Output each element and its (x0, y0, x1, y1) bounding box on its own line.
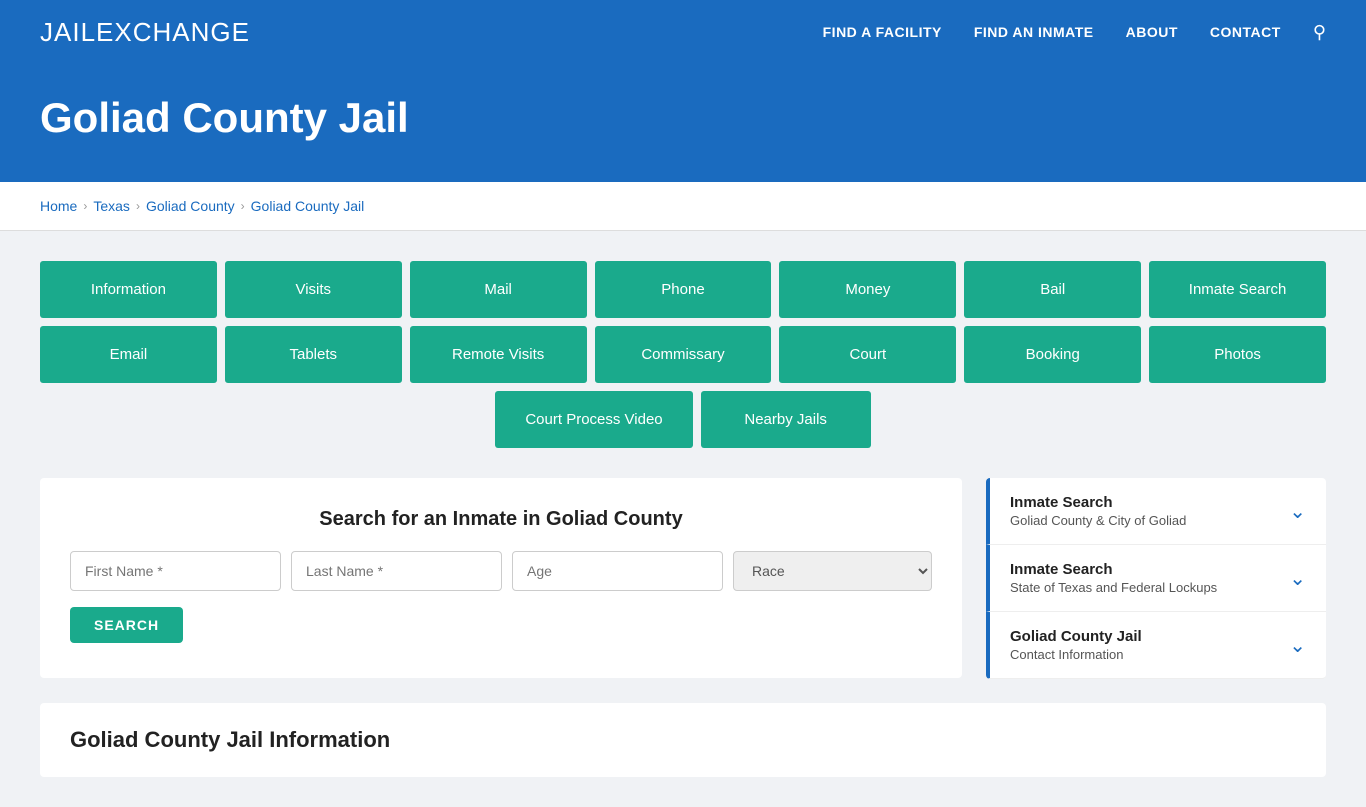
btn-money[interactable]: Money (779, 261, 956, 318)
btn-remote-visits[interactable]: Remote Visits (410, 326, 587, 383)
btn-commissary[interactable]: Commissary (595, 326, 772, 383)
nav-find-facility[interactable]: FIND A FACILITY (823, 24, 942, 40)
sidebar-item-title-1: Inmate Search (1010, 494, 1186, 511)
sidebar-item-sub-1: Goliad County & City of Goliad (1010, 513, 1186, 528)
content-row: Search for an Inmate in Goliad County Ra… (40, 478, 1326, 679)
main-nav: FIND A FACILITY FIND AN INMATE ABOUT CON… (823, 22, 1326, 43)
search-fields: Race (70, 551, 932, 591)
logo-xchange: XCHANGE (114, 17, 250, 47)
main-content: Information Visits Mail Phone Money Bail… (0, 231, 1366, 807)
age-input[interactable] (512, 551, 723, 591)
search-icon[interactable]: ⚲ (1313, 22, 1326, 43)
page-title: Goliad County Jail (40, 94, 1326, 142)
header: JAILEXCHANGE FIND A FACILITY FIND AN INM… (0, 0, 1366, 64)
search-box: Search for an Inmate in Goliad County Ra… (40, 478, 962, 678)
sidebar-item-text: Goliad County Jail Contact Information (1010, 628, 1142, 662)
breadcrumb-sep-1: › (83, 199, 87, 213)
nav-about[interactable]: ABOUT (1126, 24, 1178, 40)
sidebar: Inmate Search Goliad County & City of Go… (986, 478, 1326, 679)
hero-section: Goliad County Jail (0, 64, 1366, 182)
breadcrumb-texas[interactable]: Texas (93, 198, 130, 214)
btn-photos[interactable]: Photos (1149, 326, 1326, 383)
sidebar-item-title-3: Goliad County Jail (1010, 628, 1142, 645)
btn-inmate-search[interactable]: Inmate Search (1149, 261, 1326, 318)
btn-booking[interactable]: Booking (964, 326, 1141, 383)
last-name-input[interactable] (291, 551, 502, 591)
sidebar-item-inmate-search-local[interactable]: Inmate Search Goliad County & City of Go… (986, 478, 1326, 545)
nav-contact[interactable]: CONTACT (1210, 24, 1281, 40)
sidebar-item-inmate-search-state[interactable]: Inmate Search State of Texas and Federal… (986, 545, 1326, 612)
btn-email[interactable]: Email (40, 326, 217, 383)
search-title: Search for an Inmate in Goliad County (70, 508, 932, 531)
sidebar-item-text: Inmate Search State of Texas and Federal… (1010, 561, 1217, 595)
chevron-down-icon-3: ⌄ (1289, 633, 1306, 658)
button-grid-row1: Information Visits Mail Phone Money Bail… (40, 261, 1326, 318)
nav-find-inmate[interactable]: FIND AN INMATE (974, 24, 1094, 40)
sidebar-item-title-2: Inmate Search (1010, 561, 1217, 578)
breadcrumb: Home › Texas › Goliad County › Goliad Co… (40, 198, 1326, 214)
race-select[interactable]: Race (733, 551, 932, 591)
logo[interactable]: JAILEXCHANGE (40, 17, 250, 48)
sidebar-item-sub-2: State of Texas and Federal Lockups (1010, 580, 1217, 595)
btn-phone[interactable]: Phone (595, 261, 772, 318)
search-button[interactable]: SEARCH (70, 607, 183, 643)
chevron-down-icon-1: ⌄ (1289, 499, 1306, 524)
breadcrumb-sep-2: › (136, 199, 140, 213)
sidebar-item-text: Inmate Search Goliad County & City of Go… (1010, 494, 1186, 528)
btn-visits[interactable]: Visits (225, 261, 402, 318)
sidebar-item-contact-info[interactable]: Goliad County Jail Contact Information ⌄ (986, 612, 1326, 679)
btn-tablets[interactable]: Tablets (225, 326, 402, 383)
breadcrumb-bar: Home › Texas › Goliad County › Goliad Co… (0, 182, 1366, 231)
btn-nearby-jails[interactable]: Nearby Jails (701, 391, 871, 448)
btn-mail[interactable]: Mail (410, 261, 587, 318)
btn-court-process-video[interactable]: Court Process Video (495, 391, 692, 448)
breadcrumb-jail[interactable]: Goliad County Jail (251, 198, 365, 214)
sidebar-item-sub-3: Contact Information (1010, 647, 1142, 662)
breadcrumb-sep-3: › (241, 199, 245, 213)
info-section-title: Goliad County Jail Information (70, 727, 1296, 753)
breadcrumb-home[interactable]: Home (40, 198, 77, 214)
logo-jail: JAIL (40, 17, 96, 47)
btn-information[interactable]: Information (40, 261, 217, 318)
info-section: Goliad County Jail Information (40, 703, 1326, 777)
button-grid-row3: Court Process Video Nearby Jails (40, 391, 1326, 448)
chevron-down-icon-2: ⌄ (1289, 566, 1306, 591)
breadcrumb-county[interactable]: Goliad County (146, 198, 235, 214)
btn-court[interactable]: Court (779, 326, 956, 383)
logo-x: E (96, 17, 114, 47)
button-grid-row2: Email Tablets Remote Visits Commissary C… (40, 326, 1326, 383)
btn-bail[interactable]: Bail (964, 261, 1141, 318)
first-name-input[interactable] (70, 551, 281, 591)
